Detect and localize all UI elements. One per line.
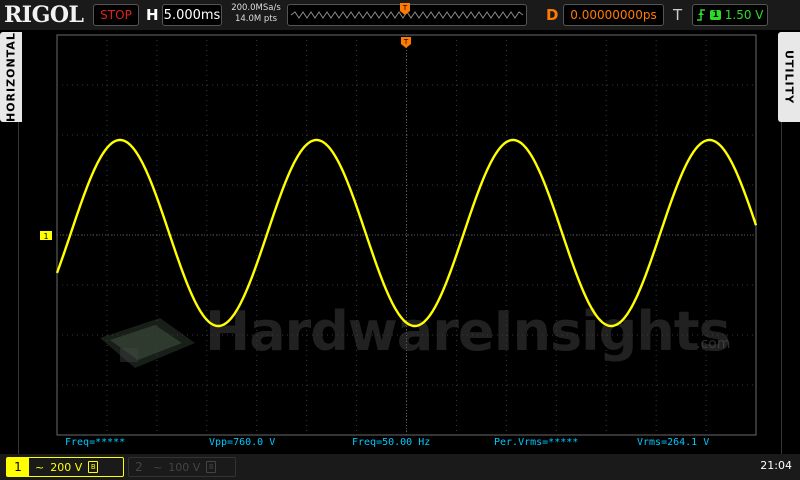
measurement-vrms[interactable]: Vrms=264.1 V <box>637 437 709 450</box>
measurement-freq-2[interactable]: Freq=50.00 Hz <box>352 437 430 450</box>
bandwidth-limit-icon: B <box>88 461 99 473</box>
ch1-level-marker-label: 1 <box>43 232 48 241</box>
trigger-time-marker-icon: T <box>401 37 411 48</box>
ch1-level-marker[interactable]: 1 <box>40 231 52 241</box>
graticule <box>56 34 757 436</box>
measurement-freq-1[interactable]: Freq=***** <box>65 437 125 450</box>
channel-1-scale: 200 V <box>50 460 83 474</box>
channel-2-scale: 100 V <box>168 460 201 474</box>
svg-text:T: T <box>403 38 409 46</box>
channel-1-panel[interactable]: 1 ~ 200 V B <box>6 457 124 477</box>
measurement-vpp[interactable]: Vpp=760.0 V <box>209 437 275 450</box>
channel-1-coupling: ~ <box>35 460 45 474</box>
waveform-display[interactable]: T 1 <box>0 0 800 480</box>
measurement-per-vrms[interactable]: Per.Vrms=***** <box>494 437 578 450</box>
channel-1-number: 1 <box>7 458 29 476</box>
bandwidth-limit-icon: B <box>206 461 217 473</box>
channel-2-panel[interactable]: 2 ~ 100 V B <box>128 457 236 477</box>
system-clock: 21:04 <box>760 459 792 472</box>
channel-2-coupling: ~ <box>153 460 163 474</box>
channel-2-number: 2 <box>135 460 143 474</box>
